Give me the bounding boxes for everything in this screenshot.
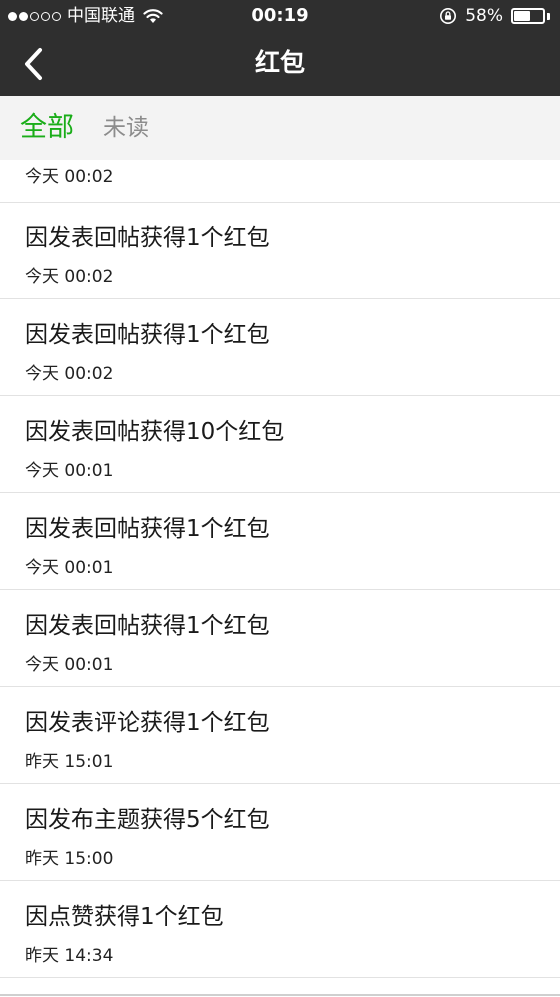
list-item[interactable]: 今天 00:02: [0, 160, 560, 203]
battery-icon: [511, 8, 545, 24]
battery-percent: 58%: [465, 6, 503, 26]
list-item[interactable]: 因发表回帖获得1个红包 今天 00:02: [0, 299, 560, 396]
item-title: 因发布主题获得5个红包: [25, 807, 270, 833]
list-item[interactable]: 因发表回帖获得1个红包 今天 00:02: [0, 202, 560, 299]
rotation-lock-icon: [440, 8, 457, 24]
item-title: 因发表回帖获得1个红包: [25, 322, 270, 348]
list-item[interactable]: 因发表回帖获得1个红包 今天 00:01: [0, 590, 560, 687]
page-title: 红包: [254, 48, 305, 77]
item-title: 因发表回帖获得1个红包: [25, 613, 270, 639]
list-item[interactable]: 因发表回帖获得1个红包 今天 00:01: [0, 493, 560, 590]
item-time: 今天 00:01: [25, 461, 114, 481]
item-time: 昨天 15:01: [25, 752, 114, 772]
list-item[interactable]: 因发表评论获得1个红包 昨天 15:01: [0, 687, 560, 784]
list-item[interactable]: 因发布主题获得5个红包 昨天 15:00: [0, 784, 560, 881]
item-title: 因发表评论获得1个红包: [25, 710, 270, 736]
item-time: 今天 00:01: [25, 558, 114, 578]
item-time: 今天 00:02: [25, 167, 114, 187]
item-time: 今天 00:01: [25, 655, 114, 675]
item-title: 因发表回帖获得1个红包: [25, 225, 270, 251]
tab-all[interactable]: 全部: [20, 96, 74, 160]
item-time: 昨天 14:34: [25, 946, 114, 966]
list-item[interactable]: 因点赞获得1个红包 昨天 14:34: [0, 881, 560, 978]
battery-level: [514, 11, 530, 21]
top-bar: 中国联通 00:19 58% 红包: [0, 0, 560, 96]
battery-tip: [547, 12, 550, 20]
item-time: 今天 00:02: [25, 267, 114, 287]
tab-bar: 全部 未读: [0, 96, 560, 160]
item-title: 因发表回帖获得1个红包: [25, 516, 270, 542]
item-time: 昨天 15:00: [25, 849, 114, 869]
status-right: 58%: [439, 0, 550, 32]
item-title: 因发表回帖获得10个红包: [25, 419, 285, 445]
status-bar: 中国联通 00:19 58%: [0, 0, 560, 32]
item-title: 因点赞获得1个红包: [25, 904, 224, 930]
nav-bar: 红包: [0, 32, 560, 96]
list-item[interactable]: 因发表回帖获得10个红包 今天 00:01: [0, 396, 560, 493]
item-time: 今天 00:02: [25, 364, 114, 384]
tab-unread[interactable]: 未读: [103, 96, 149, 160]
bottom-divider: [0, 994, 560, 996]
